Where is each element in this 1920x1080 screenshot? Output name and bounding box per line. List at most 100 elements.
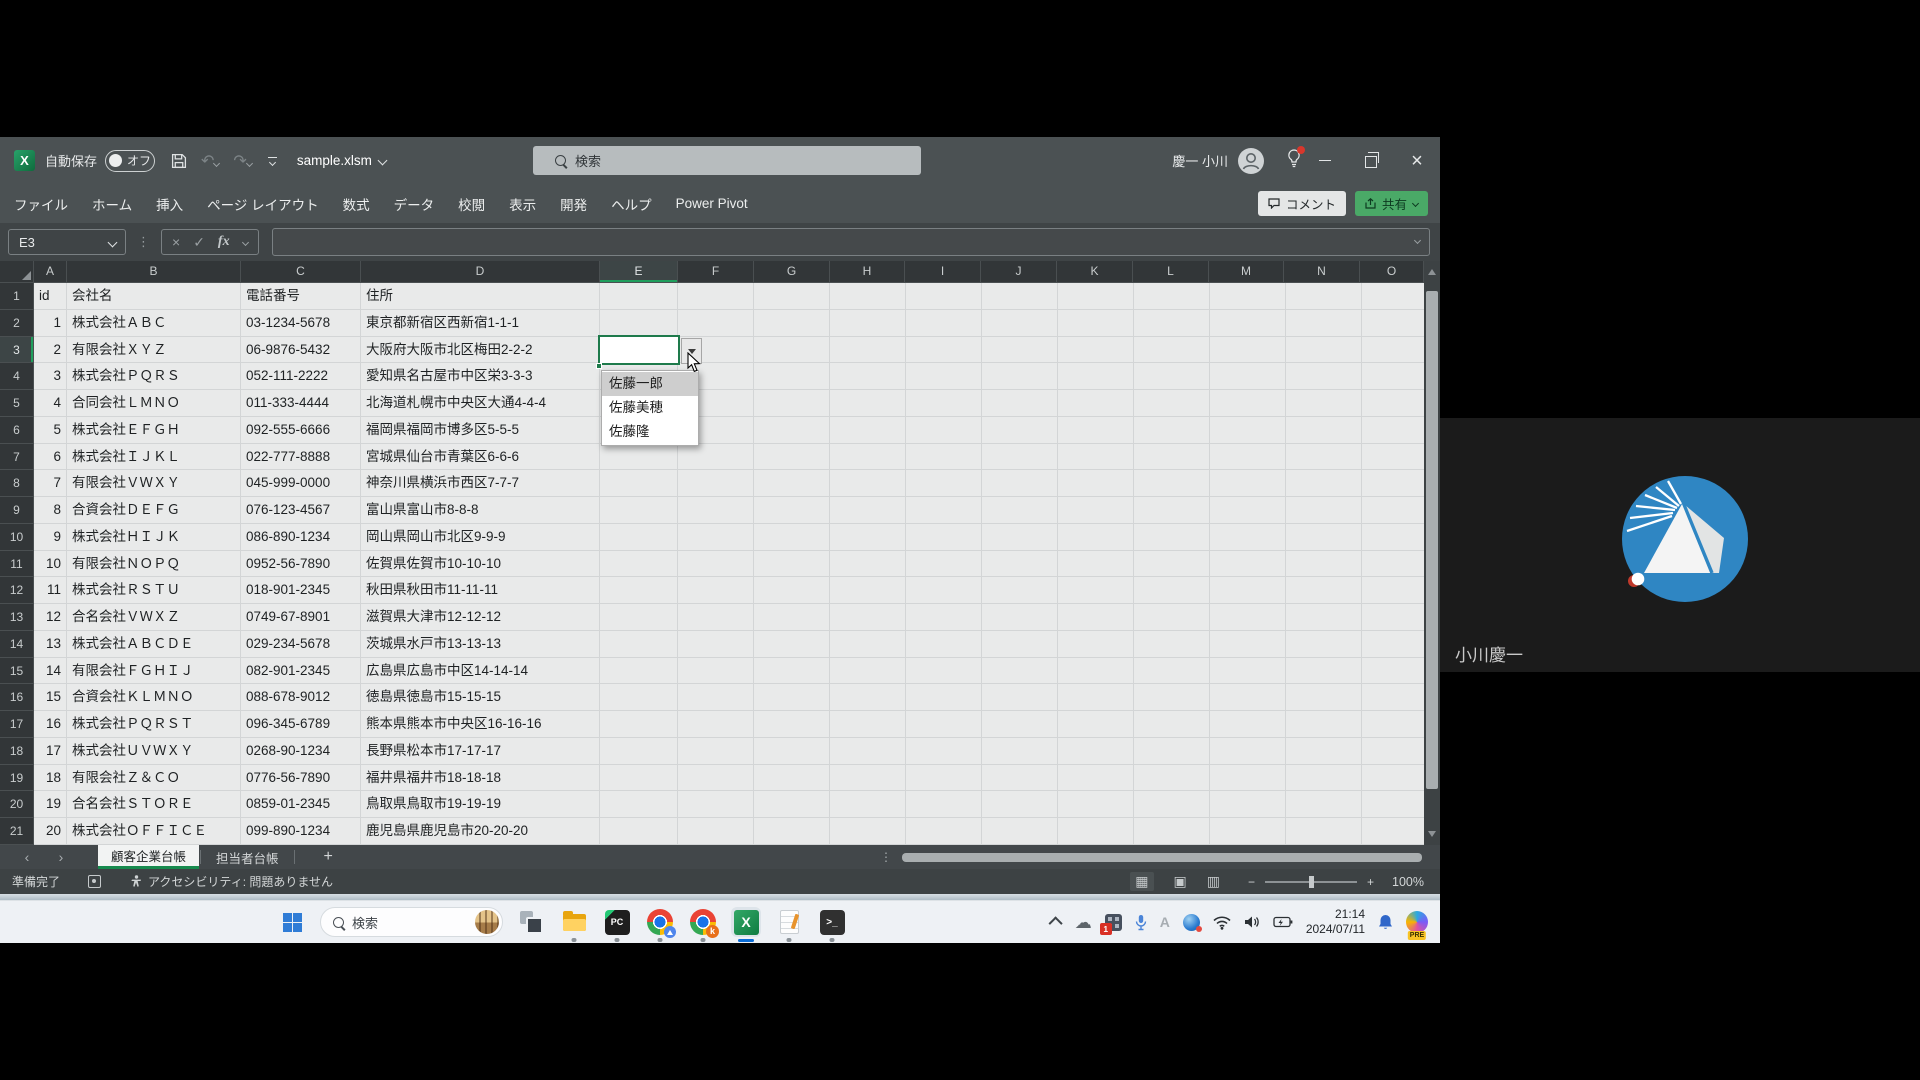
cell-col-d[interactable]: 北海道札幌市中央区大通4-4-4 [361,390,600,417]
empty-cells-filler[interactable] [678,658,1424,685]
cancel-entry-button[interactable]: × [172,234,180,250]
tab-file[interactable]: ファイル [0,194,80,214]
cell-col-d[interactable]: 秋田県秋田市11-11-11 [361,577,600,604]
tray-overflow-button[interactable] [1048,916,1062,930]
cell-col-b[interactable]: 株式会社ＥＦＧＨ [67,417,241,444]
empty-cells-filler[interactable] [678,818,1424,845]
dropdown-option[interactable]: 佐藤隆 [602,420,698,444]
name-box[interactable]: E3 [8,229,126,255]
empty-cells-filler[interactable] [678,390,1424,417]
row-header[interactable]: 13 [0,604,34,631]
column-header[interactable]: B [67,261,241,283]
cell-col-c[interactable]: 099-890-1234 [241,818,361,845]
column-header[interactable]: C [241,261,361,283]
page-break-view-button[interactable]: ▥ [1207,873,1220,890]
cell-col-a[interactable]: 1 [34,310,67,337]
empty-cells-filler[interactable] [678,791,1424,818]
dropdown-option[interactable]: 佐藤美穂 [602,396,698,420]
cell-col-d[interactable]: 滋賀県大津市12-12-12 [361,604,600,631]
ime-language-icon[interactable]: A [1160,914,1170,930]
tab-review[interactable]: 校閲 [446,194,497,214]
cell-col-b[interactable]: 有限会社ＸＹＺ [67,337,241,364]
cell-col-c[interactable]: 082-901-2345 [241,658,361,685]
row-header[interactable]: 14 [0,631,34,658]
row-header[interactable]: 5 [0,390,34,417]
empty-cells-filler[interactable] [678,738,1424,765]
cell-col-d[interactable]: 富山県富山市8-8-8 [361,497,600,524]
cell-col-c[interactable]: 018-901-2345 [241,577,361,604]
confirm-entry-button[interactable]: ✓ [193,234,205,251]
search-input[interactable]: 検索 [533,146,921,175]
cell-col-a[interactable]: 13 [34,631,67,658]
cell-col-a[interactable]: 5 [34,417,67,444]
cell-col-a[interactable]: 10 [34,551,67,578]
excel-taskbar-button[interactable]: X [731,907,761,937]
cell-col-b[interactable]: 合同会社ＬＭＮＯ [67,390,241,417]
cell-col-b[interactable]: 株式会社ＰＱＲＳＴ [67,711,241,738]
cell-col-e[interactable] [600,791,678,818]
cell-col-e[interactable] [600,577,678,604]
empty-cells-filler[interactable] [678,684,1424,711]
column-header[interactable]: E [600,261,678,283]
cell-col-b[interactable]: 有限会社Ｚ＆ＣＯ [67,765,241,792]
cell-col-e[interactable] [600,684,678,711]
cell-col-d[interactable]: 大阪府大阪市北区梅田2-2-2 [361,337,600,364]
zoom-slider-thumb[interactable] [1309,876,1314,888]
cell-col-d[interactable]: 茨城県水戸市13-13-13 [361,631,600,658]
column-header[interactable]: G [754,261,830,283]
tab-home[interactable]: ホーム [80,194,144,214]
cell-col-e[interactable] [600,631,678,658]
cell-col-a[interactable]: 4 [34,390,67,417]
cell-col-c[interactable]: 076-123-4567 [241,497,361,524]
selected-cell-e3[interactable] [598,335,680,365]
cell-col-a[interactable]: 9 [34,524,67,551]
task-view-button[interactable] [516,907,546,937]
cell-col-b[interactable]: 合名会社ＳＴＯＲＥ [67,791,241,818]
empty-cells-filler[interactable] [678,577,1424,604]
cell-col-e[interactable] [600,604,678,631]
battery-icon[interactable] [1273,916,1293,928]
cell-col-e[interactable] [600,283,678,310]
cell-col-d[interactable]: 東京都新宿区西新宿1-1-1 [361,310,600,337]
cell-col-b[interactable]: 株式会社ＩＪＫＬ [67,444,241,471]
dropdown-option[interactable]: 佐藤一郎 [602,372,698,396]
vertical-scrollbar[interactable] [1424,261,1440,845]
cell-col-e[interactable] [600,470,678,497]
microphone-icon[interactable] [1135,914,1147,931]
empty-cells-filler[interactable] [678,765,1424,792]
wifi-icon[interactable] [1213,914,1231,930]
cell-col-b[interactable]: 合名会社ＶＷＸＺ [67,604,241,631]
row-header[interactable]: 7 [0,444,34,471]
tab-formulas[interactable]: 数式 [331,194,382,214]
document-title[interactable]: sample.xlsm [297,153,386,168]
cell-col-e[interactable] [600,711,678,738]
cell-col-c[interactable]: 0268-90-1234 [241,738,361,765]
cell-col-d[interactable]: 佐賀県佐賀市10-10-10 [361,551,600,578]
cell-col-b[interactable]: 株式会社ＯＦＦＩＣＥ [67,818,241,845]
cell-col-b[interactable]: 会社名 [67,283,241,310]
empty-cells-filler[interactable] [678,604,1424,631]
cell-col-a[interactable]: 2 [34,337,67,364]
scrollbar-resize-handle[interactable]: ⋮ [880,850,892,864]
column-header[interactable]: O [1360,261,1424,283]
chrome-profile1-button[interactable] [645,907,675,937]
accessibility-status[interactable]: アクセシビリティ: 問題ありません [131,873,333,890]
next-sheet-button[interactable]: › [54,849,68,865]
whats-new-button[interactable] [1286,149,1302,173]
tab-page-layout[interactable]: ページ レイアウト [195,194,330,214]
row-header[interactable]: 15 [0,658,34,685]
onedrive-icon[interactable]: ☁ [1075,914,1092,931]
cell-col-e[interactable] [600,738,678,765]
copilot-icon[interactable]: PRE [1406,911,1428,933]
row-header[interactable]: 9 [0,497,34,524]
comments-button[interactable]: コメント [1258,191,1346,216]
volume-icon[interactable] [1244,915,1260,929]
cell-col-c[interactable]: 電話番号 [241,283,361,310]
cell-col-c[interactable]: 0859-01-2345 [241,791,361,818]
cell-col-c[interactable]: 092-555-6666 [241,417,361,444]
empty-cells-filler[interactable] [678,631,1424,658]
row-header[interactable]: 6 [0,417,34,444]
cell-col-c[interactable]: 011-333-4444 [241,390,361,417]
row-header[interactable]: 8 [0,470,34,497]
tab-power-pivot[interactable]: Power Pivot [664,196,760,211]
